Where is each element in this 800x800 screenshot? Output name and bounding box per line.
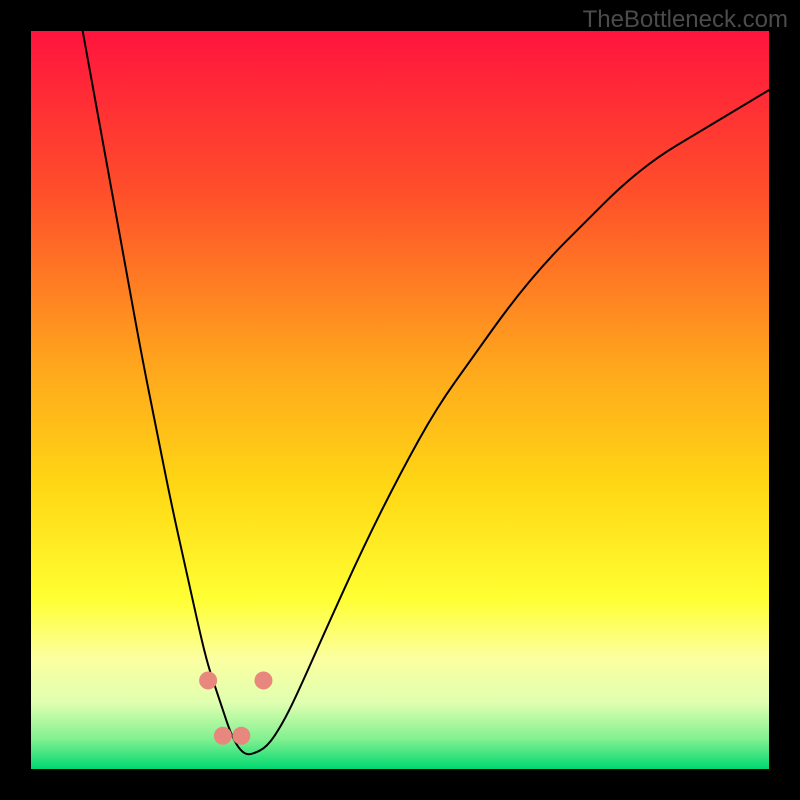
chart-background <box>31 31 769 769</box>
watermark-text: TheBottleneck.com <box>583 6 788 34</box>
curve-marker <box>214 727 232 745</box>
curve-marker <box>254 671 272 689</box>
bottleneck-chart <box>31 31 769 769</box>
curve-marker <box>199 671 217 689</box>
plot-area <box>31 31 769 769</box>
curve-marker <box>232 727 250 745</box>
